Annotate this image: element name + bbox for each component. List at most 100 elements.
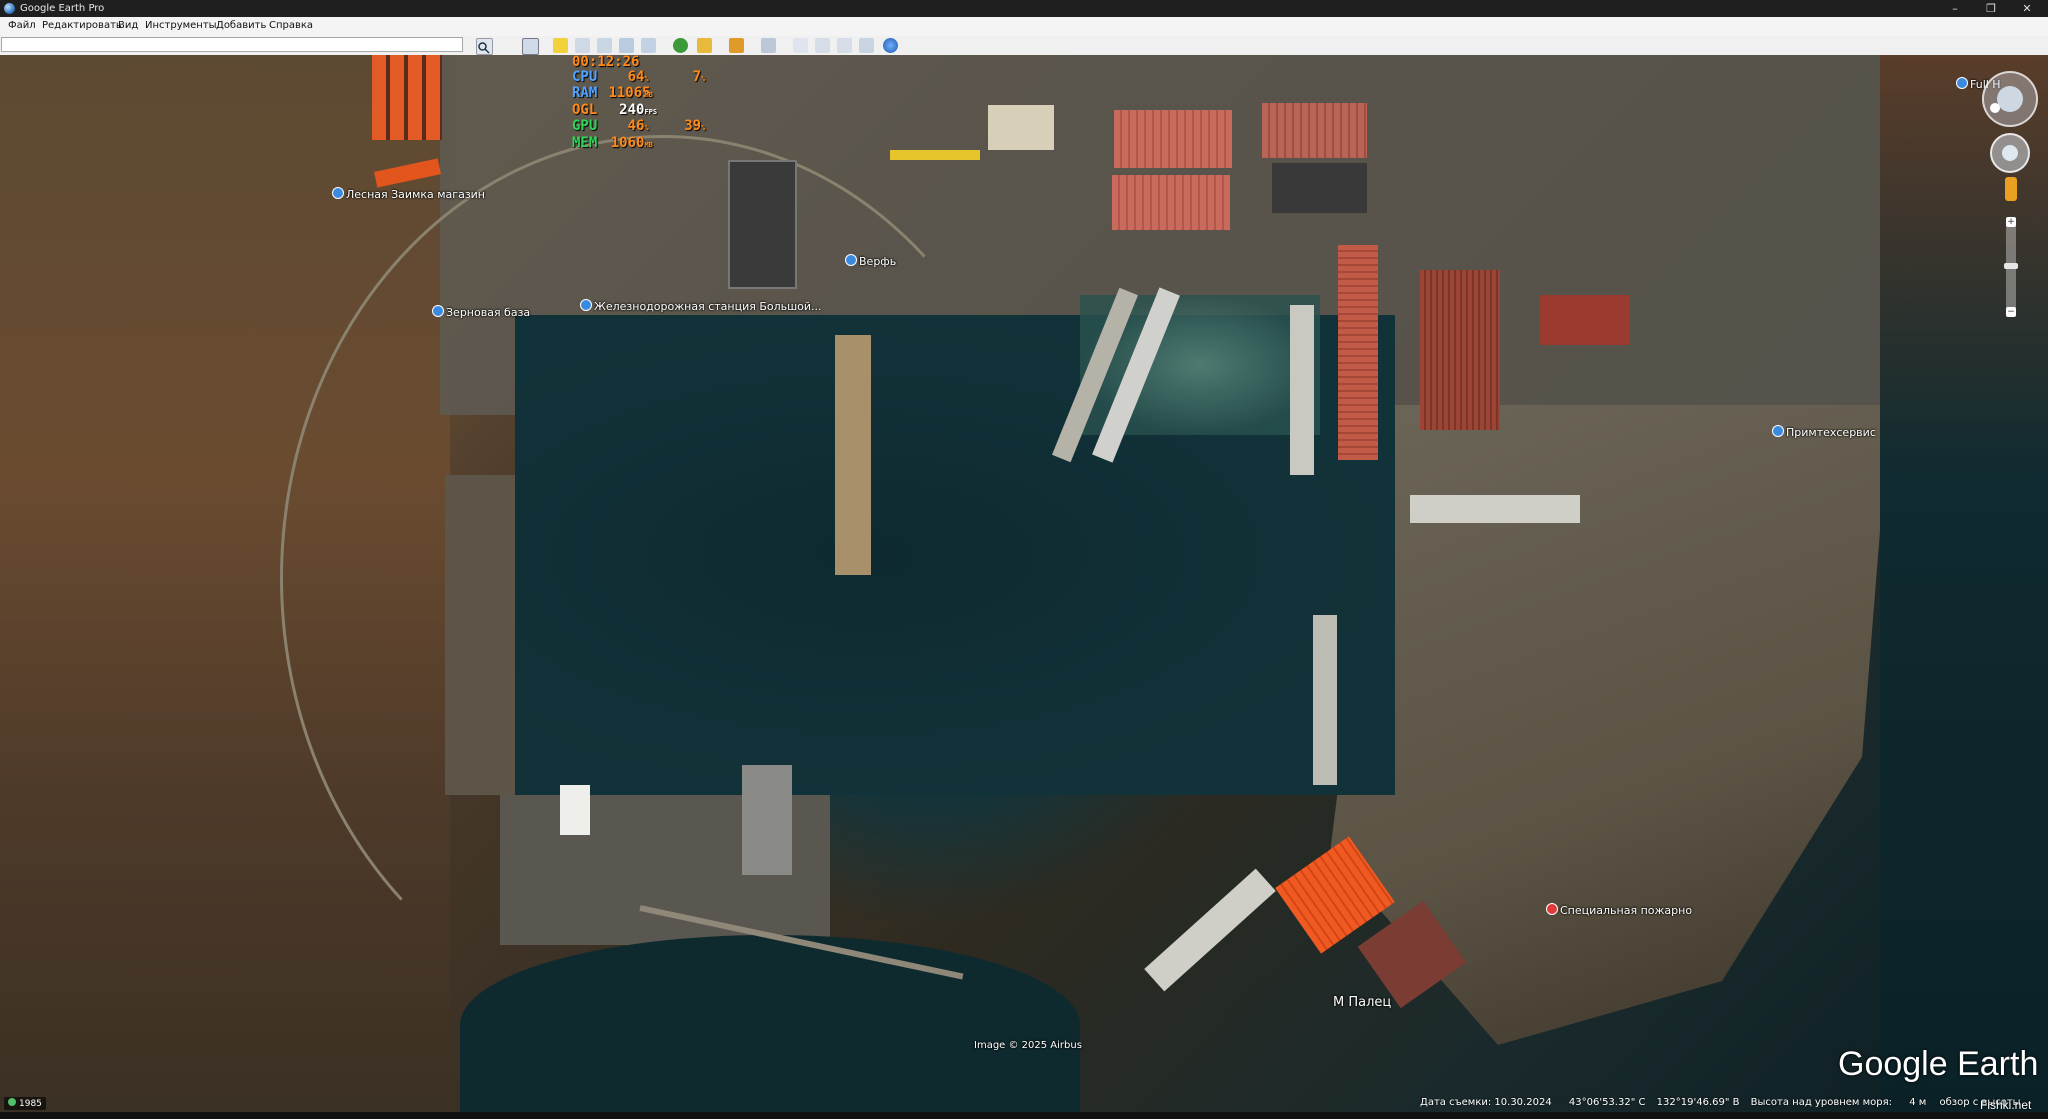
- place-primtehservis[interactable]: Примтехсервис: [1772, 425, 1876, 439]
- place-label: Верфь: [859, 255, 897, 268]
- imagery-date: Дата съемки: 10.30.2024: [1420, 1097, 1552, 1108]
- place-pin-icon: [1772, 425, 1784, 437]
- path-icon[interactable]: [597, 38, 612, 53]
- watermark: Fishki.net: [1980, 1098, 2032, 1112]
- clock-icon: [8, 1098, 16, 1106]
- white-building: [560, 785, 590, 835]
- elevation: 4 м: [1909, 1097, 1927, 1108]
- print-icon[interactable]: [815, 38, 830, 53]
- overlay-value: 39: [684, 118, 702, 134]
- ruler-icon[interactable]: [761, 38, 776, 53]
- close-button[interactable]: ✕: [2010, 0, 2044, 17]
- placemark-icon[interactable]: [553, 38, 568, 53]
- overlay-mem-row: MEM 1060MB: [572, 135, 705, 153]
- title-bar: Google Earth Pro – ❐ ✕: [0, 0, 2048, 17]
- search-input[interactable]: [1, 37, 463, 52]
- sunlight-icon[interactable]: [697, 38, 712, 53]
- window-title: Google Earth Pro: [20, 3, 105, 14]
- overlay-gpu-row: GPU 46% 39%: [572, 119, 705, 136]
- overlay-unit: %: [701, 74, 706, 83]
- overlay-value: 46: [627, 118, 645, 134]
- performance-overlay: 00:12:26 CPU 64% 7% RAM 11065MB OGL 240F…: [572, 55, 705, 152]
- save-image-icon[interactable]: [837, 38, 852, 53]
- overlay-label: OGL: [572, 101, 598, 118]
- move-joystick[interactable]: [1990, 133, 2030, 173]
- overlay-label: RAM: [572, 85, 598, 101]
- record-tour-icon[interactable]: [641, 38, 656, 53]
- compass-north-icon[interactable]: [1990, 103, 2000, 113]
- menu-add[interactable]: Добавить: [216, 20, 266, 31]
- overlay-cpu-row: CPU 64% 7%: [572, 68, 706, 87]
- place-label: Лесная Заимка магазин: [346, 188, 486, 201]
- look-joystick[interactable]: [1982, 71, 2038, 127]
- historical-year-badge[interactable]: 1985: [4, 1097, 46, 1110]
- place-verf[interactable]: Верфь: [845, 254, 896, 268]
- red-roof-hall-3: [1262, 103, 1367, 158]
- overlay-ram-row: RAM 11065MB: [572, 86, 705, 103]
- image-overlay-icon[interactable]: [619, 38, 634, 53]
- zoom-handle[interactable]: [2004, 263, 2018, 269]
- zoom-out-button[interactable]: −: [2006, 307, 2016, 317]
- overlay-unit: FPS: [644, 107, 658, 116]
- overlay-unit: %: [701, 124, 706, 132]
- long-red-hall: [1338, 245, 1378, 460]
- street-view-pegman-icon[interactable]: [2005, 177, 2017, 201]
- place-railway-station[interactable]: Железнодорожная станция Большой...: [580, 299, 822, 313]
- google-earth-app-icon: [4, 3, 15, 14]
- status-bar: Дата съемки: 10.30.2024 43°06'53.32" С 1…: [1420, 1097, 2021, 1108]
- overlay-unit: MB: [644, 91, 653, 99]
- map-view[interactable]: Лесная Заимка магазин Зерновая база Желе…: [0, 55, 2048, 1112]
- menu-tools[interactable]: Инструменты: [145, 20, 217, 31]
- red-roof-hall-1: [1114, 110, 1232, 168]
- zoom-in-button[interactable]: +: [2006, 217, 2016, 227]
- place-label: Железнодорожная станция Большой...: [594, 300, 822, 313]
- red-roof-hall-2: [1112, 175, 1230, 230]
- ship-hull-5: [1144, 868, 1276, 992]
- light-building: [988, 105, 1054, 150]
- earth-icon[interactable]: [883, 38, 898, 53]
- place-pin-icon: [332, 187, 344, 199]
- year-label: 1985: [19, 1099, 42, 1109]
- place-fire-station[interactable]: Специальная пожарно: [1546, 903, 1692, 917]
- eye-icon: [1997, 86, 2023, 112]
- place-pin-icon: [1546, 903, 1558, 915]
- planets-icon[interactable]: [729, 38, 744, 53]
- orange-warehouses: [372, 55, 442, 140]
- historical-imagery-icon[interactable]: [673, 38, 688, 53]
- search-icon[interactable]: [476, 38, 493, 55]
- polygon-icon[interactable]: [575, 38, 590, 53]
- place-label: Примтехсервис: [1786, 426, 1876, 439]
- maximize-button[interactable]: ❐: [1974, 0, 2008, 17]
- menu-help[interactable]: Справка: [269, 20, 313, 31]
- google-earth-logo: Google Earth: [1838, 1045, 2039, 1083]
- menu-file[interactable]: Файл: [8, 20, 36, 31]
- red-grid-hall: [1420, 270, 1500, 430]
- red-block: [1540, 295, 1630, 345]
- menu-edit[interactable]: Редактировать: [42, 20, 122, 31]
- elevation-label: Высота над уровнем моря:: [1750, 1097, 1893, 1108]
- email-icon[interactable]: [793, 38, 808, 53]
- sidebar-toggle-icon[interactable]: [522, 38, 539, 55]
- place-pin-icon: [845, 254, 857, 266]
- overlay-label: GPU: [572, 118, 598, 134]
- railway-curve: [280, 135, 1046, 1021]
- overlay-unit: %: [644, 74, 649, 83]
- zoom-slider[interactable]: + −: [2004, 217, 2018, 317]
- yellow-crane: [890, 150, 980, 160]
- overlay-time: 00:12:26: [572, 54, 640, 70]
- menu-bar: Файл Редактировать Вид Инструменты Добав…: [0, 17, 2048, 37]
- dry-dock: [835, 335, 871, 575]
- longitude: 132°19'46.69" В: [1656, 1097, 1740, 1108]
- view-in-maps-icon[interactable]: [859, 38, 874, 53]
- menu-view[interactable]: Вид: [118, 20, 138, 31]
- overlay-value: 7: [692, 68, 702, 85]
- ship-in-dock: [1410, 495, 1580, 523]
- overlay-label: CPU: [572, 68, 598, 85]
- place-pin-icon: [1956, 77, 1968, 89]
- place-pin-icon: [432, 305, 444, 317]
- toolbar: [0, 36, 2048, 56]
- minimize-button[interactable]: –: [1938, 0, 1972, 17]
- place-zernovaya-baza[interactable]: Зерновая база: [432, 305, 530, 319]
- place-lesnaya-zaimka[interactable]: Лесная Заимка магазин: [332, 187, 485, 201]
- overlay-unit: MB: [644, 140, 653, 149]
